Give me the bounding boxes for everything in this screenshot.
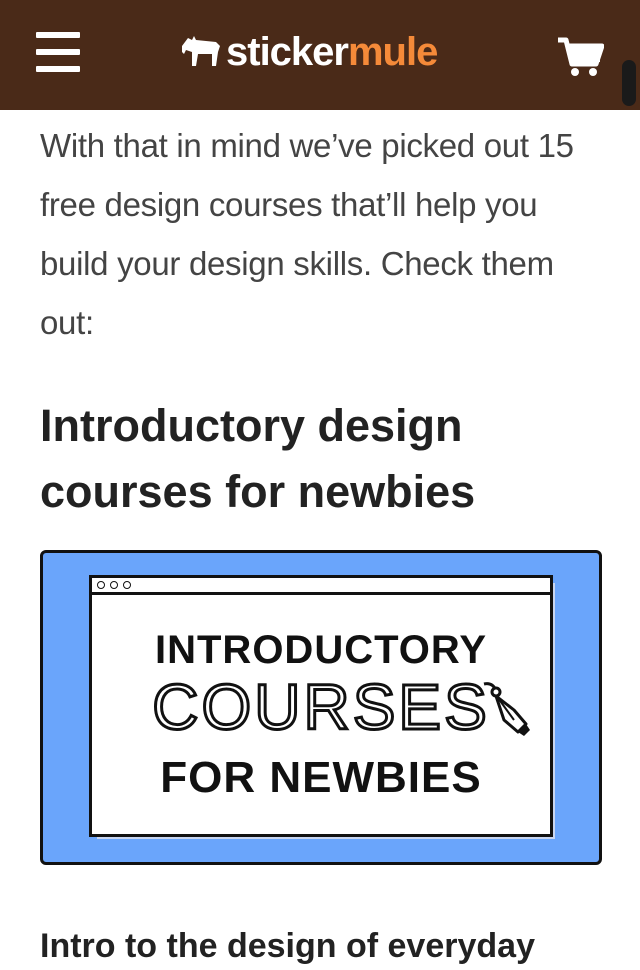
section-heading: Introductory design courses for newbies [40,400,476,517]
window-dot-icon [97,581,105,589]
logo-word-sticker: sticker [226,29,349,74]
banner-line-introductory: INTRODUCTORY [155,628,487,672]
intro-paragraph: With that in mind we’ve picked out 15 fr… [40,127,574,341]
article-body: With that in mind we’ve picked out 15 fr… [40,116,610,352]
course-subheading: Intro to the design of everyday [40,927,535,965]
mule-icon [182,36,220,66]
logo-word-mule: mule [347,29,438,74]
window-dot-icon [110,581,118,589]
window-dot-icon [123,581,131,589]
browser-window-illustration: INTRODUCTORY COURSES FOR NEWBIES [89,575,553,837]
banner-line-for-newbies: FOR NEWBIES [160,753,482,802]
stickermule-logo[interactable]: sticker mule [180,22,438,82]
pen-tool-icon [483,682,530,736]
courses-banner-image: INTRODUCTORY COURSES FOR NEWBIES [40,550,602,865]
window-title-bar [92,578,550,595]
scrollbar-thumb[interactable] [622,60,636,106]
top-nav-bar: sticker mule [0,0,640,110]
shopping-cart-icon[interactable] [556,36,604,78]
hamburger-menu-icon[interactable] [36,32,80,72]
